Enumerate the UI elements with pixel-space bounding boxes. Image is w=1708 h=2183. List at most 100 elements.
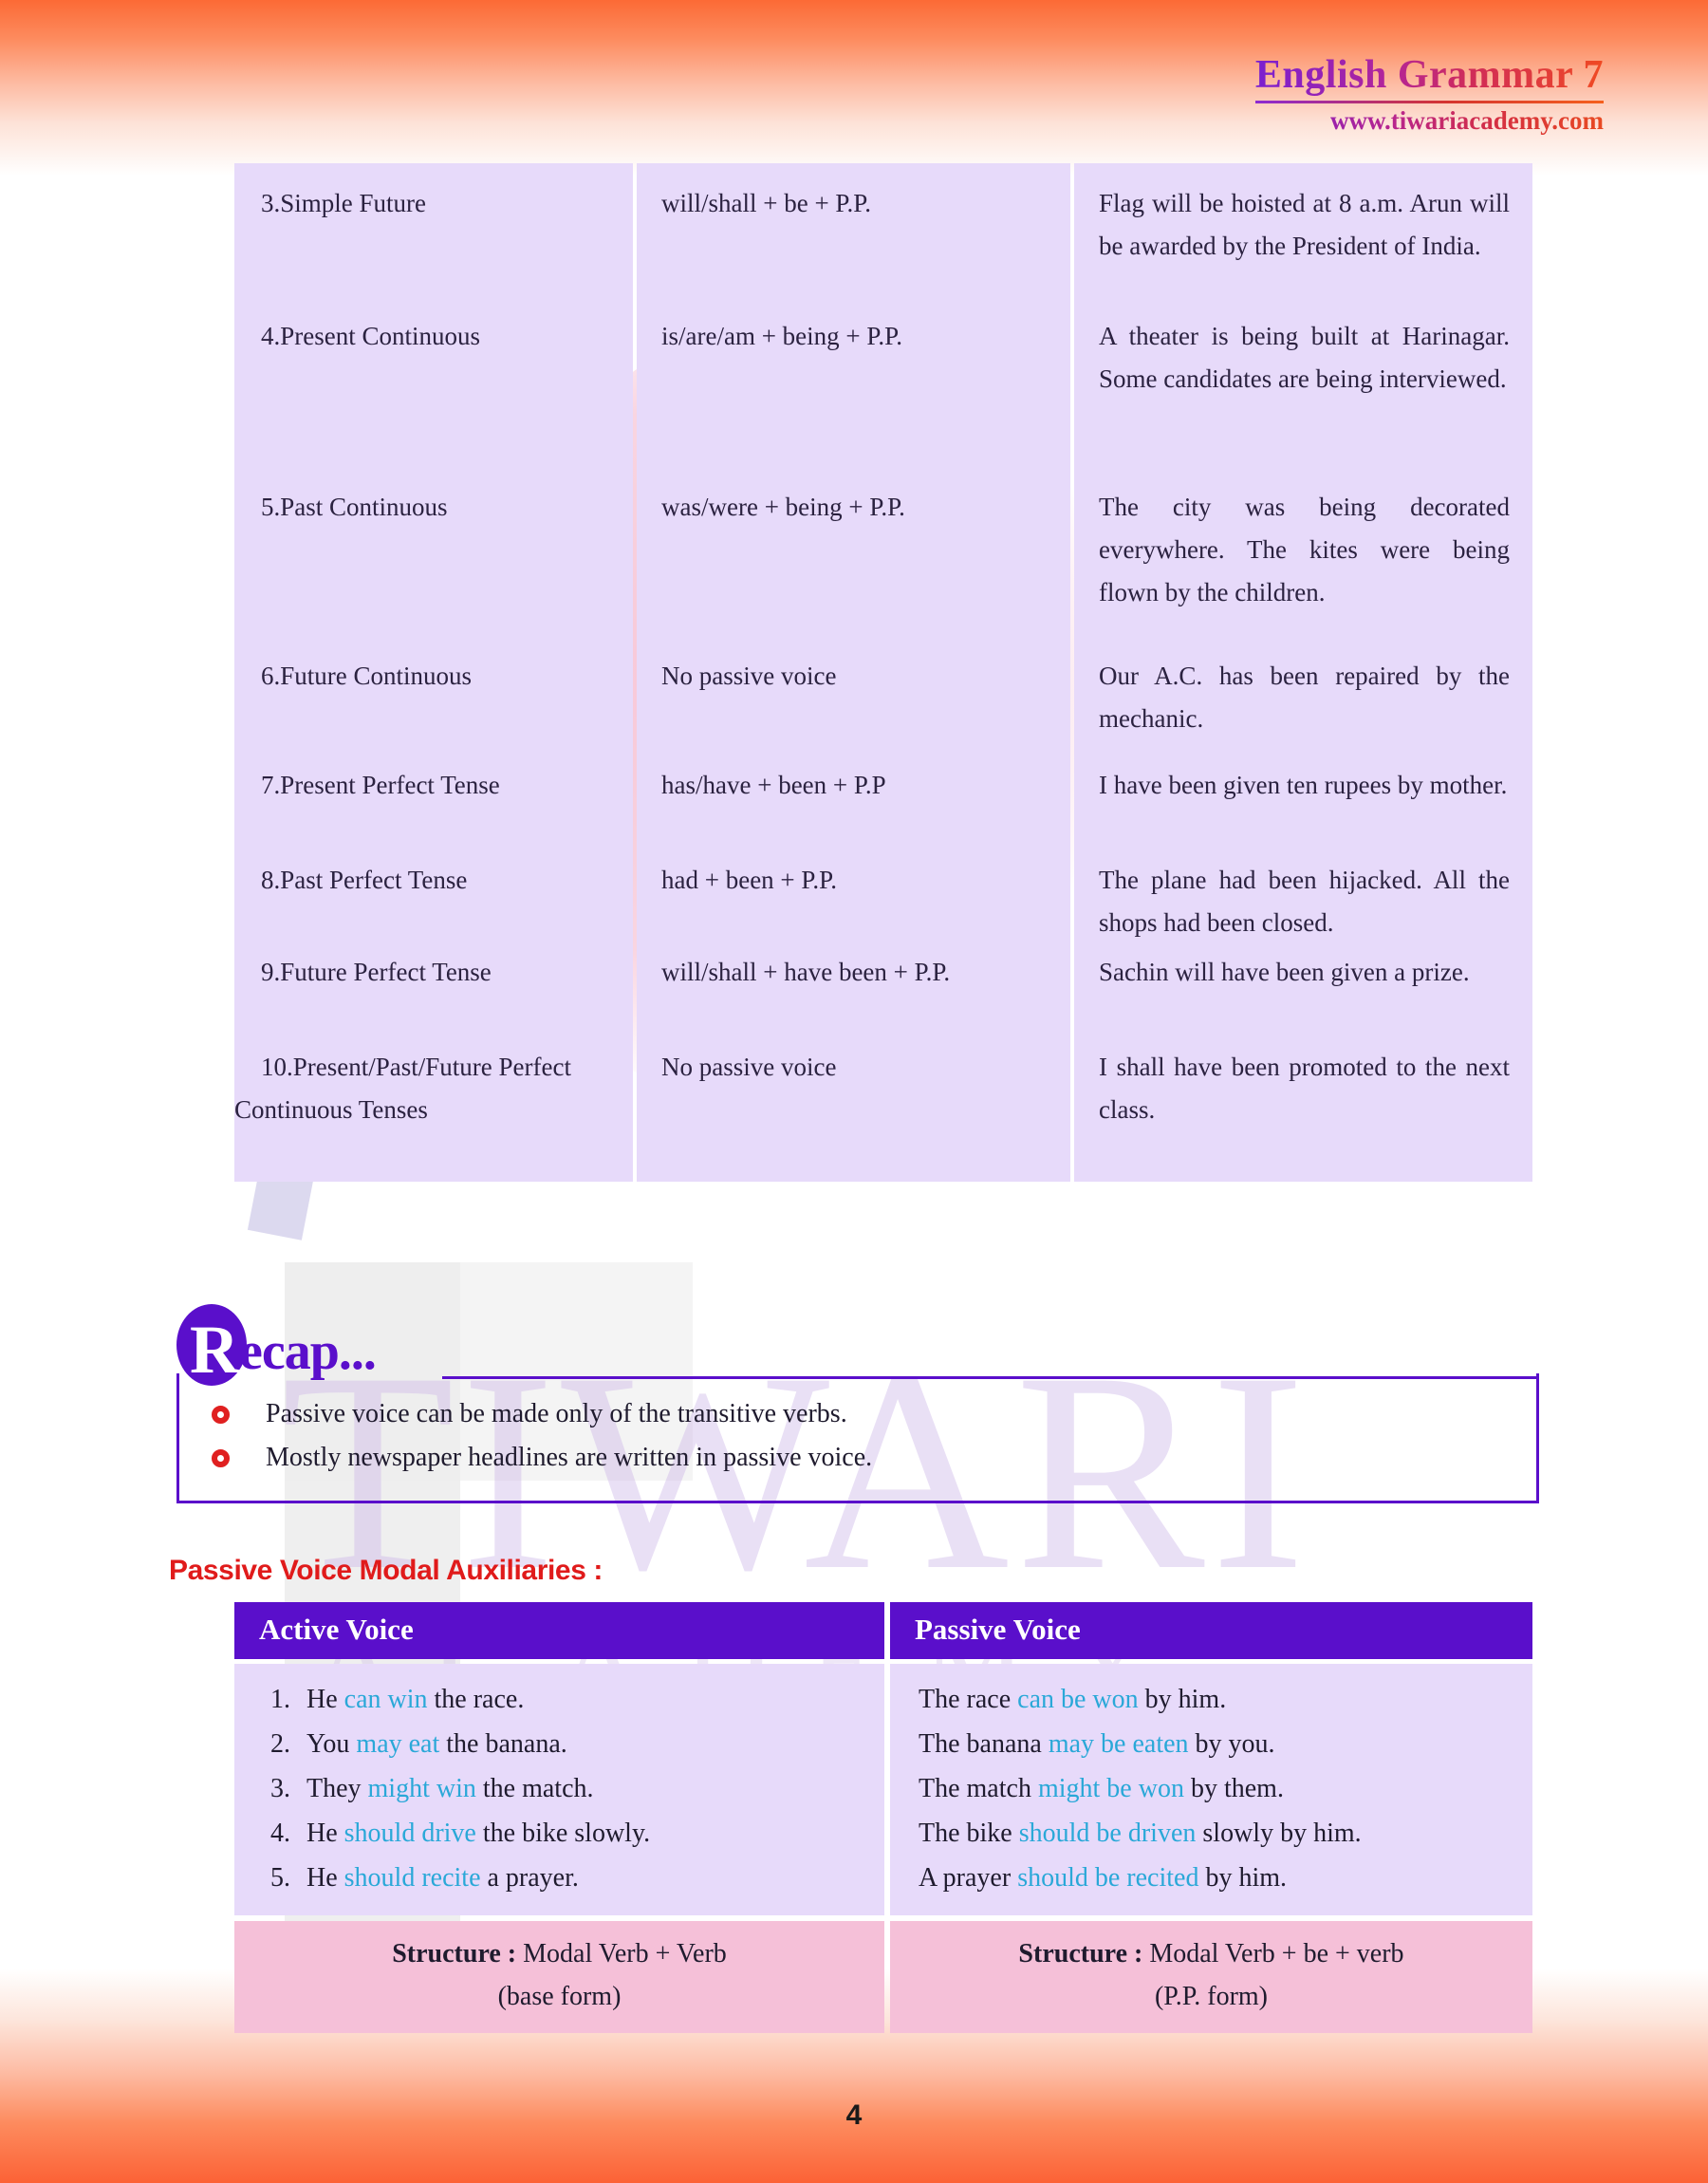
tense-name: Future Continuous <box>280 662 473 690</box>
tense-table-column-examples: Flag will be hoisted at 8 a.m. Arun will… <box>1074 163 1532 1182</box>
tense-examples: The city was being decorated everywhere.… <box>1099 493 1510 606</box>
modal-active-row: 3. They might win the match. <box>234 1766 884 1811</box>
modal-auxiliaries-heading: Passive Voice Modal Auxiliaries : <box>169 1555 603 1586</box>
modal-passive-row: The banana may be eaten by you. <box>890 1722 1532 1766</box>
recap-item-text: Passive voice can be made only of the tr… <box>266 1399 847 1428</box>
tense-structure: will/shall + be + P.P. <box>661 189 871 217</box>
row-number: 2. <box>270 1729 290 1759</box>
active-sentence: He should drive the bike slowly. <box>306 1819 651 1848</box>
modal-verb-highlight: should drive <box>343 1819 476 1848</box>
website-url[interactable]: www.tiwariacademy.com <box>1255 105 1604 136</box>
tense-structure: has/have + been + P.P <box>661 771 886 799</box>
row-number: 4. <box>270 1819 290 1848</box>
row-number: 7. <box>261 771 281 799</box>
structure-cell-passive: Structure : Modal Verb + be + verb (P.P.… <box>890 1921 1532 2033</box>
passive-sentence: The race can be won by him. <box>919 1685 1227 1714</box>
modal-passive-row: The match might be won by them. <box>890 1766 1532 1811</box>
row-number: 6. <box>261 662 281 690</box>
tense-examples: The plane had been hijacked. All the sho… <box>1099 866 1510 937</box>
page-content: English Grammar 7 www.tiwariacademy.com … <box>0 0 1708 2183</box>
modal-verb-highlight: should be recited <box>1017 1863 1199 1893</box>
row-number: 3. <box>270 1774 290 1803</box>
table-row: 8.Past Perfect Tense <box>234 859 633 951</box>
table-row: 6.Future Continuous <box>234 655 633 764</box>
tense-name: Past Perfect Tense <box>280 866 468 894</box>
structure-active-line1: Modal Verb + Verb <box>516 1939 727 1968</box>
structure-label-active: Structure : <box>392 1939 517 1968</box>
active-sentence: He should recite a prayer. <box>306 1863 579 1893</box>
row-number: 10. <box>261 1053 293 1081</box>
tense-examples: Sachin will have been given a prize. <box>1099 958 1470 986</box>
active-sentence: They might win the match. <box>306 1774 594 1803</box>
table-row: 10.Present/Past/Future Perfect Continuou… <box>234 1046 633 1165</box>
modal-active-row: 5. He should recite a prayer. <box>234 1856 884 1900</box>
modal-verb-highlight: can be won <box>1017 1685 1139 1714</box>
recap-list-item: Passive voice can be made only of the tr… <box>179 1392 1536 1436</box>
table-row: 5.Past Continuous <box>234 486 633 655</box>
row-number: 5. <box>270 1863 290 1893</box>
table-row: 9.Future Perfect Tense <box>234 951 633 1046</box>
tense-structure: is/are/am + being + P.P. <box>661 322 902 350</box>
bullet-ring-icon <box>212 1449 230 1467</box>
page-number: 4 <box>845 2099 863 2131</box>
row-number: 9. <box>261 958 281 986</box>
modal-active-row: 1. He can win the race. <box>234 1677 884 1722</box>
row-number: 1. <box>270 1685 290 1714</box>
tense-structure: will/shall + have been + P.P. <box>661 958 951 986</box>
table-row: 3.Simple Future <box>234 182 633 315</box>
row-number: 4. <box>261 322 281 350</box>
tense-examples: I have been given ten rupees by mother. <box>1099 771 1508 799</box>
bullet-ring-icon <box>212 1406 230 1424</box>
passive-voice-tense-table: 3.Simple Future 4.Present Continuous 5.Pas… <box>234 163 1532 1182</box>
recap-section: R ecap... Passive voice can be made only… <box>176 1304 1539 1503</box>
modal-body-passive-column: The race can be won by him. The banana ma… <box>890 1664 1532 1915</box>
passive-sentence: The banana may be eaten by you. <box>919 1729 1275 1759</box>
tense-name: Future Perfect Tense <box>280 958 492 986</box>
modal-verb-highlight: might win <box>367 1774 476 1803</box>
tense-table-column-structure: will/shall + be + P.P. is/are/am + being … <box>637 163 1070 1182</box>
modal-table-header-row: Active Voice Passive Voice <box>234 1602 1532 1659</box>
modal-verb-highlight: might be won <box>1037 1774 1184 1803</box>
recap-heading: R ecap... <box>176 1304 1539 1386</box>
modal-auxiliaries-table: Active Voice Passive Voice 1. He can win … <box>234 1602 1532 2033</box>
modal-passive-row: The race can be won by him. <box>890 1677 1532 1722</box>
tense-structure: was/were + being + P.P. <box>661 493 905 521</box>
tense-structure: had + been + P.P. <box>661 866 837 894</box>
modal-body-active-column: 1. He can win the race. 2. You may eat the … <box>234 1664 884 1915</box>
passive-sentence: The match might be won by them. <box>919 1774 1284 1803</box>
book-title: English Grammar 7 <box>1254 53 1604 97</box>
tense-name: Simple Future <box>280 189 426 217</box>
tense-examples: Our A.C. has been repaired by the mechan… <box>1099 662 1510 733</box>
recap-list-item: Mostly newspaper headlines are written i… <box>179 1436 1536 1480</box>
modal-table-body: 1. He can win the race. 2. You may eat the … <box>234 1664 1532 1915</box>
modal-structure-row: Structure : Modal Verb + Verb (base form… <box>234 1921 1532 2033</box>
modal-verb-highlight: may eat <box>356 1729 440 1759</box>
active-sentence: He can win the race. <box>306 1685 525 1714</box>
table-row: 7.Present Perfect Tense <box>234 764 633 859</box>
structure-passive-line2: (P.P. form) <box>1154 1982 1268 2011</box>
structure-label-passive: Structure : <box>1018 1939 1143 1968</box>
tense-table-column-tense: 3.Simple Future 4.Present Continuous 5.Pas… <box>234 163 633 1182</box>
row-number: 5. <box>261 493 281 521</box>
passive-sentence: The bike should be driven slowly by him. <box>919 1819 1362 1848</box>
recap-title-text: ecap... <box>239 1322 377 1381</box>
recap-box: Passive voice can be made only of the tr… <box>176 1373 1539 1503</box>
modal-header-passive-voice: Passive Voice <box>890 1602 1532 1659</box>
recap-item-text: Mostly newspaper headlines are written i… <box>266 1443 873 1472</box>
tense-name: Past Continuous <box>280 493 448 521</box>
tense-structure: No passive voice <box>661 662 837 690</box>
tense-examples: A theater is being built at Harinagar. S… <box>1099 322 1510 393</box>
modal-header-active-voice: Active Voice <box>234 1602 884 1659</box>
tense-examples: Flag will be hoisted at 8 a.m. Arun will… <box>1099 189 1510 260</box>
row-number: 8. <box>261 866 281 894</box>
modal-active-row: 2. You may eat the banana. <box>234 1722 884 1766</box>
structure-active-line2: (base form) <box>497 1982 622 2011</box>
row-number: 3. <box>261 189 281 217</box>
passive-sentence: A prayer should be recited by him. <box>919 1863 1288 1893</box>
page-header: English Grammar 7 www.tiwariacademy.com <box>1254 52 1604 136</box>
tense-structure: No passive voice <box>661 1053 837 1081</box>
structure-cell-active: Structure : Modal Verb + Verb (base form… <box>234 1921 884 2033</box>
modal-passive-row: A prayer should be recited by him. <box>890 1856 1532 1900</box>
modal-active-row: 4. He should drive the bike slowly. <box>234 1811 884 1856</box>
structure-passive-line1: Modal Verb + be + verb <box>1142 1939 1404 1968</box>
